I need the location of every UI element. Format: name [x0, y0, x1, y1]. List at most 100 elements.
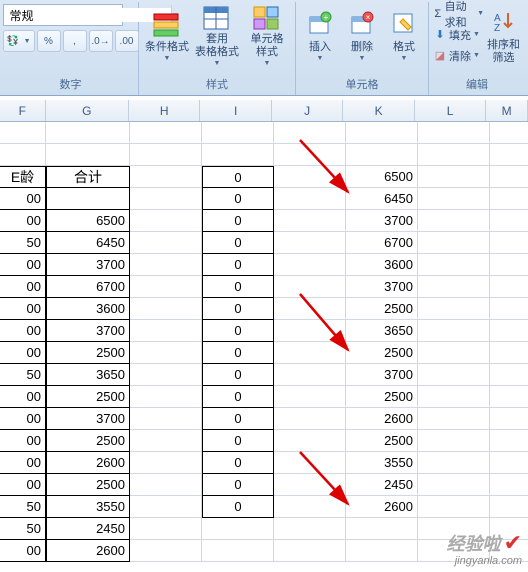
data-cell[interactable]: 3700 — [346, 364, 418, 386]
cell[interactable] — [130, 210, 202, 232]
cell[interactable] — [202, 518, 274, 540]
data-cell[interactable]: 00 — [0, 342, 46, 364]
fill-button[interactable]: ⬇填充▼ — [433, 25, 480, 44]
cell[interactable] — [0, 144, 46, 166]
data-cell[interactable]: 6500 — [46, 210, 130, 232]
currency-button[interactable]: 💱▼ — [3, 30, 35, 52]
data-cell[interactable]: 0 — [202, 254, 274, 276]
cell[interactable] — [202, 144, 274, 166]
cell[interactable] — [274, 320, 346, 342]
data-cell[interactable]: 0 — [202, 496, 274, 518]
cell[interactable] — [418, 232, 490, 254]
data-cell[interactable]: 50 — [0, 496, 46, 518]
cell[interactable] — [346, 122, 418, 144]
cell[interactable] — [418, 496, 490, 518]
data-cell[interactable]: 0 — [202, 276, 274, 298]
cell[interactable] — [274, 188, 346, 210]
cell[interactable] — [490, 188, 528, 210]
cell[interactable] — [346, 518, 418, 540]
data-cell[interactable]: 6500 — [346, 166, 418, 188]
cell[interactable] — [130, 298, 202, 320]
data-cell[interactable]: 00 — [0, 386, 46, 408]
column-header[interactable]: H — [129, 100, 200, 121]
cell[interactable] — [418, 320, 490, 342]
data-cell[interactable]: 00 — [0, 188, 46, 210]
cell[interactable] — [130, 276, 202, 298]
cell[interactable] — [130, 408, 202, 430]
data-cell[interactable]: 6450 — [46, 232, 130, 254]
data-cell[interactable]: 2500 — [346, 386, 418, 408]
data-cell[interactable]: 0 — [202, 342, 274, 364]
data-cell[interactable] — [46, 188, 130, 210]
cell[interactable] — [274, 144, 346, 166]
cell[interactable] — [130, 474, 202, 496]
cell[interactable] — [490, 232, 528, 254]
data-cell[interactable]: 0 — [202, 320, 274, 342]
increase-decimal-button[interactable]: .0→ — [89, 30, 113, 52]
data-cell[interactable]: 2500 — [46, 386, 130, 408]
cell[interactable] — [274, 166, 346, 188]
cell[interactable] — [418, 298, 490, 320]
data-cell[interactable]: 00 — [0, 254, 46, 276]
data-cell[interactable]: 3600 — [346, 254, 418, 276]
cell[interactable] — [130, 166, 202, 188]
cell[interactable] — [274, 540, 346, 562]
cell[interactable] — [274, 298, 346, 320]
cell[interactable] — [130, 232, 202, 254]
data-cell[interactable]: 00 — [0, 452, 46, 474]
data-cell[interactable]: 00 — [0, 320, 46, 342]
cell[interactable] — [490, 276, 528, 298]
data-cell[interactable]: 合计 — [46, 166, 130, 188]
data-cell[interactable]: 3550 — [46, 496, 130, 518]
cell[interactable] — [274, 232, 346, 254]
column-header[interactable]: G — [46, 100, 129, 121]
cell[interactable] — [274, 496, 346, 518]
cell[interactable] — [418, 144, 490, 166]
cell[interactable] — [274, 254, 346, 276]
cell[interactable] — [490, 342, 528, 364]
cell[interactable] — [418, 408, 490, 430]
cell[interactable] — [130, 122, 202, 144]
data-cell[interactable]: 0 — [202, 364, 274, 386]
cell[interactable] — [490, 298, 528, 320]
cell[interactable] — [130, 342, 202, 364]
data-cell[interactable]: 3600 — [46, 298, 130, 320]
data-cell[interactable]: 3700 — [46, 254, 130, 276]
cell[interactable] — [46, 122, 130, 144]
data-cell[interactable]: 0 — [202, 474, 274, 496]
cell[interactable] — [490, 364, 528, 386]
cell-styles-button[interactable]: 单元格 样式 ▼ — [243, 4, 291, 66]
data-cell[interactable]: 2500 — [46, 430, 130, 452]
cell[interactable] — [274, 474, 346, 496]
cell[interactable] — [274, 386, 346, 408]
data-cell[interactable]: 0 — [202, 232, 274, 254]
cell[interactable] — [274, 518, 346, 540]
cell[interactable] — [418, 254, 490, 276]
data-cell[interactable]: 00 — [0, 430, 46, 452]
cell[interactable] — [130, 452, 202, 474]
percent-button[interactable]: % — [37, 30, 61, 52]
cell[interactable] — [274, 364, 346, 386]
data-cell[interactable]: 0 — [202, 452, 274, 474]
data-cell[interactable]: 00 — [0, 474, 46, 496]
cell[interactable] — [130, 254, 202, 276]
data-cell[interactable]: 2500 — [46, 342, 130, 364]
cell[interactable] — [418, 188, 490, 210]
spreadsheet-grid[interactable]: E龄合计000050000000000050000000000050500065… — [0, 122, 528, 572]
data-cell[interactable]: 0 — [202, 430, 274, 452]
data-cell[interactable]: 6700 — [46, 276, 130, 298]
data-cell[interactable]: 3700 — [46, 408, 130, 430]
cell[interactable] — [202, 540, 274, 562]
cell[interactable] — [490, 408, 528, 430]
data-cell[interactable]: 0 — [202, 298, 274, 320]
data-cell[interactable]: 0 — [202, 166, 274, 188]
data-cell[interactable]: 2600 — [46, 452, 130, 474]
cell[interactable] — [274, 276, 346, 298]
data-cell[interactable]: 3700 — [346, 210, 418, 232]
cell[interactable] — [130, 496, 202, 518]
format-cells-button[interactable]: 格式 ▼ — [384, 4, 424, 66]
data-cell[interactable]: 0 — [202, 408, 274, 430]
data-cell[interactable]: 2450 — [46, 518, 130, 540]
column-header[interactable]: J — [272, 100, 343, 121]
cell[interactable] — [490, 166, 528, 188]
